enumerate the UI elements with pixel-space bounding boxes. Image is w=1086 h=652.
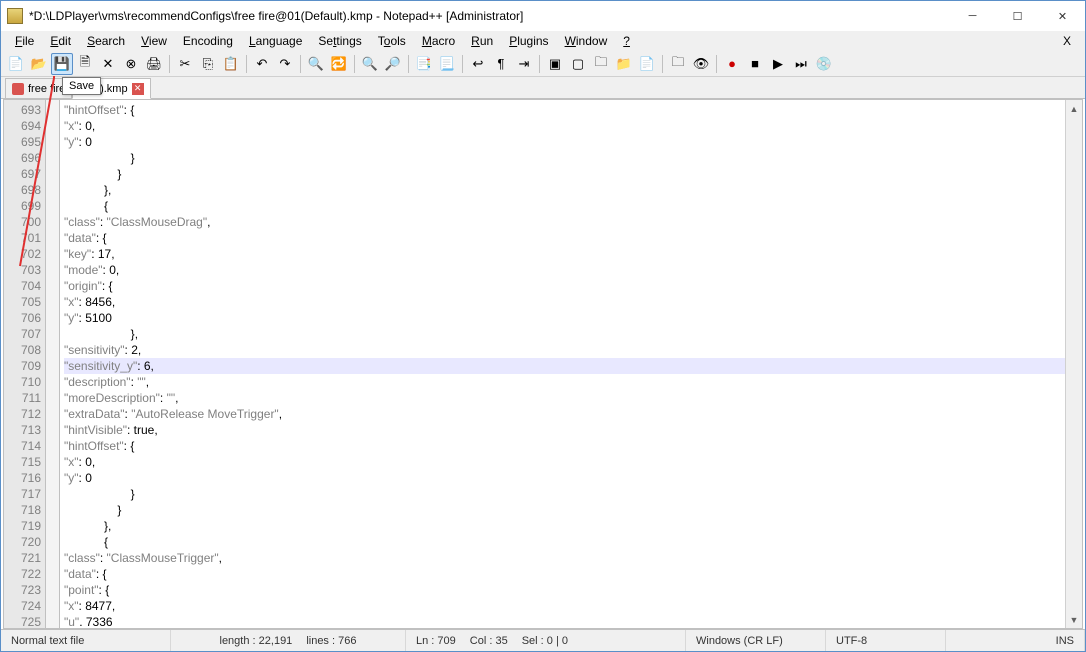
open-icon[interactable]: 📂 — [28, 53, 50, 75]
menu-tools[interactable]: Tools — [370, 32, 414, 50]
monitor-icon[interactable]: 👁 — [690, 53, 712, 75]
window-title: *D:\LDPlayer\vms\recommendConfigs\free f… — [29, 9, 950, 23]
status-bar: Normal text file length : 22,191 lines :… — [1, 629, 1085, 651]
print-icon[interactable]: 🖨 — [143, 53, 165, 75]
play-icon[interactable]: ▶ — [767, 53, 789, 75]
menu-language[interactable]: Language — [241, 32, 310, 50]
zoomin-icon[interactable]: 🔍 — [359, 53, 381, 75]
status-ins: INS — [946, 630, 1085, 651]
indent-icon[interactable]: ⇥ — [513, 53, 535, 75]
paste-icon[interactable]: 📋 — [220, 53, 242, 75]
copy-icon[interactable]: ⎘ — [197, 53, 219, 75]
doc-icon-3[interactable]: 📄 — [636, 53, 658, 75]
save-button[interactable]: 💾 — [51, 53, 73, 75]
stop-icon[interactable]: ■ — [744, 53, 766, 75]
find-icon[interactable]: 🔍 — [305, 53, 327, 75]
toolbar: 📄 📂 💾 🗎 ✕ ⊗ 🖨 ✂ ⎘ 📋 ↶ ↷ 🔍 🔁 🔍 🔎 📑 📃 ↩ ¶ … — [1, 51, 1085, 77]
fold-icon[interactable]: ▣ — [544, 53, 566, 75]
unfold-icon[interactable]: ▢ — [567, 53, 589, 75]
minimize-button[interactable]: ─ — [950, 2, 995, 31]
menu-file[interactable]: File — [7, 32, 42, 50]
menu-edit[interactable]: Edit — [42, 32, 79, 50]
scroll-up-icon[interactable]: ▲ — [1066, 100, 1082, 117]
menu-bar: File Edit Search View Encoding Language … — [1, 31, 1085, 51]
playm-icon[interactable]: ⏭ — [790, 53, 812, 75]
folder-icon[interactable]: 🗀 — [667, 53, 689, 75]
doc-icon-2[interactable]: 📁 — [613, 53, 635, 75]
replace-icon[interactable]: 🔁 — [328, 53, 350, 75]
menu-close-doc[interactable]: X — [1055, 32, 1079, 50]
editor[interactable]: 6936946956966976986997007017027037047057… — [3, 99, 1083, 629]
sync-v-icon[interactable]: 📑 — [413, 53, 435, 75]
status-filetype: Normal text file — [1, 630, 171, 651]
status-cursor: Ln : 709 Col : 35 Sel : 0 | 0 — [406, 630, 686, 651]
undo-icon[interactable]: ↶ — [251, 53, 273, 75]
sync-h-icon[interactable]: 📃 — [436, 53, 458, 75]
tab-bar: free fire fault).kmp ✕ — [1, 77, 1085, 99]
tab-close-icon[interactable]: ✕ — [132, 83, 144, 95]
line-number-gutter: 6936946956966976986997007017027037047057… — [4, 100, 46, 628]
tab-modified-icon — [12, 83, 24, 95]
app-icon — [7, 8, 23, 24]
closeall-icon[interactable]: ⊗ — [120, 53, 142, 75]
menu-help[interactable]: ? — [615, 32, 638, 50]
menu-macro[interactable]: Macro — [414, 32, 463, 50]
close-button[interactable]: ✕ — [1040, 2, 1085, 31]
status-encoding: UTF-8 — [826, 630, 946, 651]
redo-icon[interactable]: ↷ — [274, 53, 296, 75]
savemacro-icon[interactable]: 💿 — [813, 53, 835, 75]
allchars-icon[interactable]: ¶ — [490, 53, 512, 75]
zoomout-icon[interactable]: 🔎 — [382, 53, 404, 75]
menu-window[interactable]: Window — [557, 32, 616, 50]
menu-search[interactable]: Search — [79, 32, 133, 50]
close-doc-icon[interactable]: ✕ — [97, 53, 119, 75]
menu-view[interactable]: View — [133, 32, 175, 50]
new-icon[interactable]: 📄 — [5, 53, 27, 75]
save-tooltip: Save — [62, 77, 101, 95]
vertical-scrollbar[interactable]: ▲ ▼ — [1065, 100, 1082, 628]
cut-icon[interactable]: ✂ — [174, 53, 196, 75]
saveall-icon[interactable]: 🗎 — [74, 53, 96, 75]
menu-plugins[interactable]: Plugins — [501, 32, 556, 50]
scroll-down-icon[interactable]: ▼ — [1066, 611, 1082, 628]
doc-icon-1[interactable]: 🗀 — [590, 53, 612, 75]
wrap-icon[interactable]: ↩ — [467, 53, 489, 75]
menu-run[interactable]: Run — [463, 32, 501, 50]
status-eol: Windows (CR LF) — [686, 630, 826, 651]
record-icon[interactable]: ● — [721, 53, 743, 75]
status-length: length : 22,191 lines : 766 — [171, 630, 406, 651]
code-area[interactable]: "hintOffset": { "x": 0, "y": 0 } } }, { … — [60, 100, 1082, 628]
maximize-button[interactable]: ☐ — [995, 2, 1040, 31]
fold-gutter[interactable] — [46, 100, 60, 628]
tab-label: free fire — [28, 83, 65, 95]
title-bar: *D:\LDPlayer\vms\recommendConfigs\free f… — [1, 1, 1085, 31]
menu-settings[interactable]: Settings — [310, 32, 369, 50]
menu-encoding[interactable]: Encoding — [175, 32, 241, 50]
